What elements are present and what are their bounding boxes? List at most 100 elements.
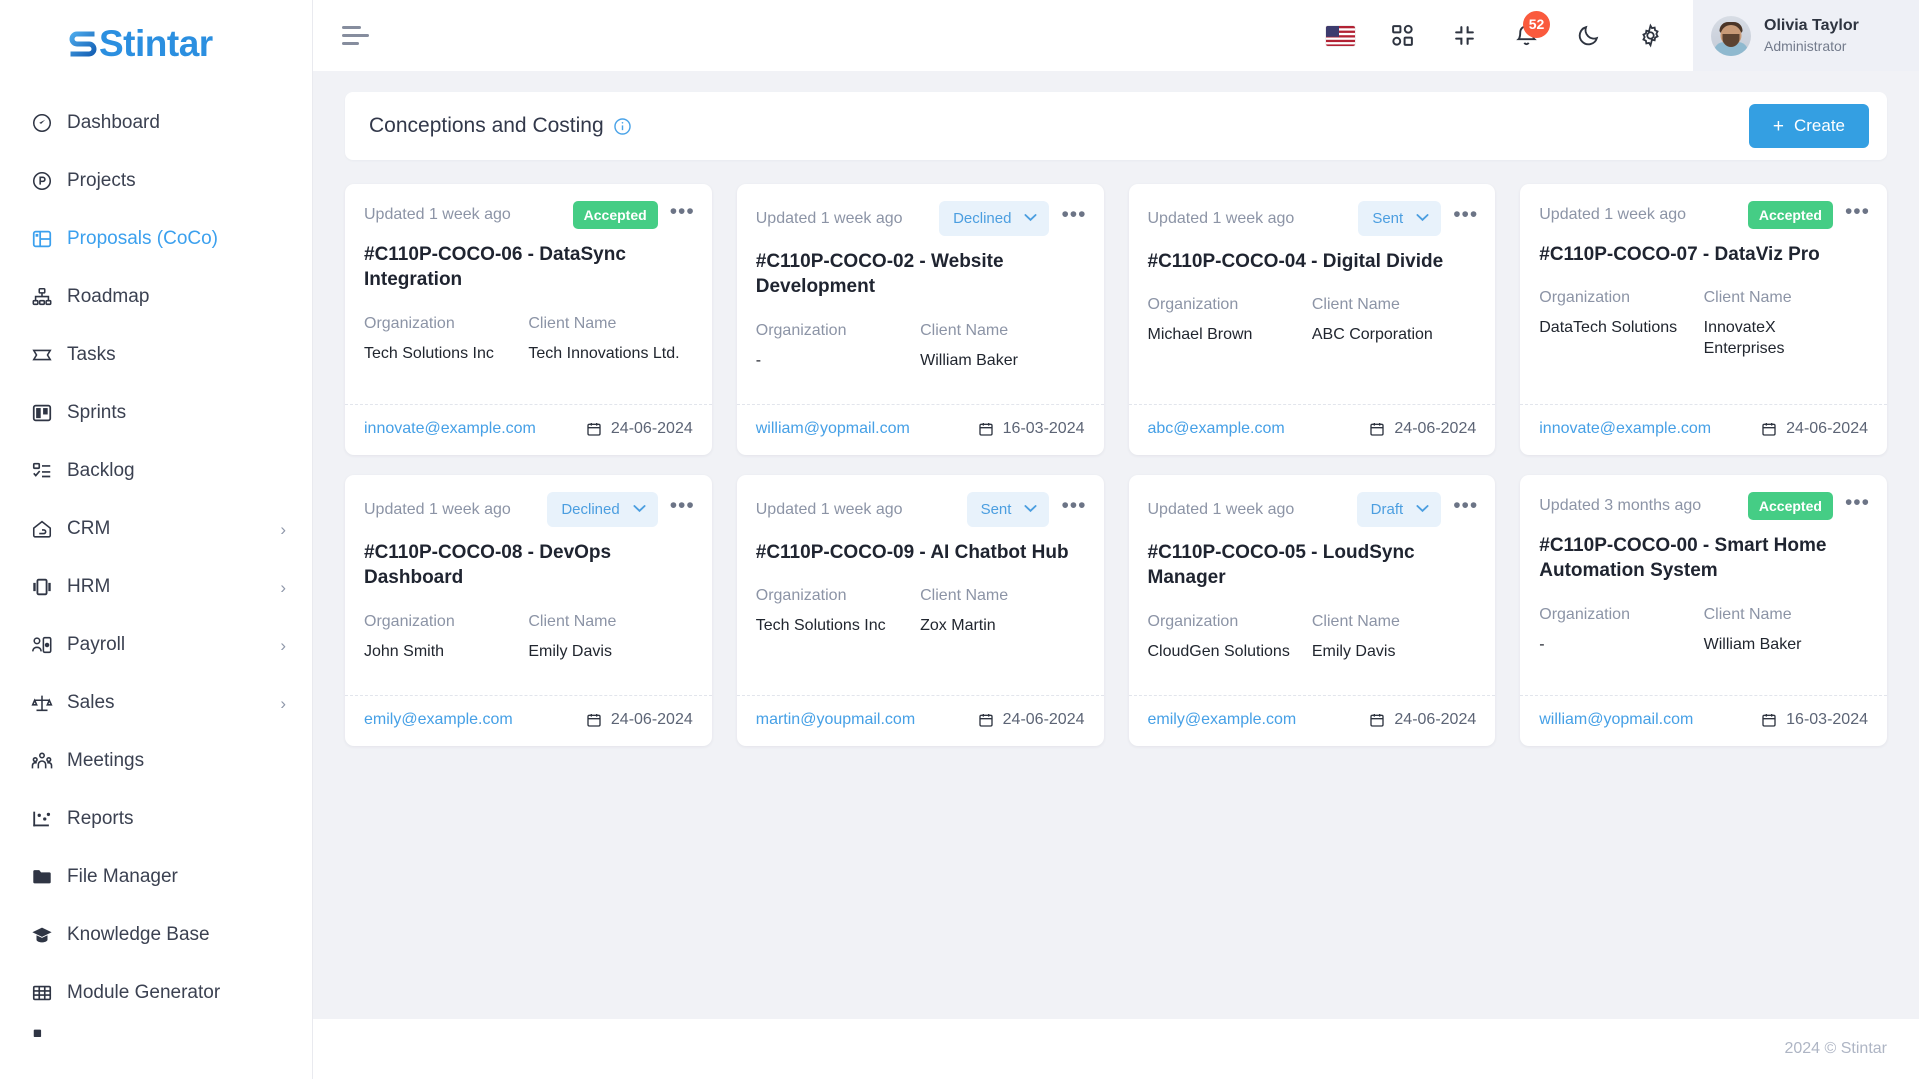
sidebar-item-reports[interactable]: Reports: [0, 790, 312, 848]
sidebar-item-label: HRM: [67, 576, 111, 597]
card-fields: Organization Michael Brown Client Name A…: [1129, 274, 1496, 390]
page-footer: 2024 © Stintar: [313, 1019, 1919, 1079]
apps-grid-icon[interactable]: [1379, 13, 1425, 59]
sidebar-item-meetings[interactable]: Meetings: [0, 732, 312, 790]
organization-field: Organization CloudGen Solutions: [1148, 613, 1312, 681]
info-circle-icon[interactable]: [613, 117, 632, 136]
proposal-card[interactable]: Updated 1 week ago Sent ••• #C110P-COCO-…: [736, 475, 1104, 746]
field-label: Client Name: [1703, 605, 1792, 623]
status-dropdown[interactable]: Declined: [939, 201, 1050, 236]
sidebar-item-module-generator[interactable]: Module Generator: [0, 964, 312, 1022]
sidebar-item-label: File Manager: [67, 866, 178, 887]
roadmap-icon: [29, 284, 55, 310]
card-email-link[interactable]: abc@example.com: [1148, 420, 1285, 438]
status-dropdown[interactable]: Draft: [1356, 492, 1442, 527]
calendar-icon: [978, 421, 994, 437]
sidebar-item-dashboard[interactable]: Dashboard: [0, 94, 312, 152]
meetings-icon: [29, 748, 55, 774]
card-more-options-icon[interactable]: •••: [1061, 495, 1086, 519]
proposal-card[interactable]: Updated 1 week ago Accepted ••• #C110P-C…: [345, 184, 712, 455]
sidebar-item-overflow[interactable]: [0, 1022, 312, 1052]
client-name-field: Client Name InnovateX Enterprises: [1704, 289, 1868, 390]
proposal-card[interactable]: Updated 1 week ago Draft ••• #C110P-COCO…: [1128, 475, 1496, 746]
field-label: Organization: [364, 314, 455, 332]
settings-gear-icon[interactable]: [1627, 13, 1673, 59]
card-date: 16-03-2024: [978, 420, 1085, 438]
card-email-link[interactable]: emily@example.com: [1148, 711, 1297, 729]
sidebar-item-label: Sprints: [67, 402, 127, 423]
card-more-options-icon[interactable]: •••: [1845, 201, 1870, 225]
sidebar-item-tasks[interactable]: Tasks: [0, 326, 312, 384]
reports-icon: [29, 806, 55, 832]
language-flag-icon[interactable]: [1317, 13, 1363, 59]
card-more-options-icon[interactable]: •••: [1453, 204, 1478, 228]
chevron-down-icon: [1024, 213, 1037, 225]
card-header: Updated 1 week ago Draft •••: [1129, 475, 1496, 527]
brand-logo[interactable]: Stintar: [0, 0, 312, 88]
calendar-icon: [1761, 712, 1777, 728]
sidebar-item-projects[interactable]: Projects: [0, 152, 312, 210]
sidebar-item-crm[interactable]: CRM ›: [0, 500, 312, 558]
status-badge: Accepted: [572, 201, 658, 229]
sidebar-item-knowledge-base[interactable]: Knowledge Base: [0, 906, 312, 964]
proposal-card[interactable]: Updated 1 week ago Accepted ••• #C110P-C…: [1520, 184, 1887, 455]
card-date-value: 24-06-2024: [1786, 420, 1868, 437]
client-name-field: Client Name ABC Corporation: [1312, 296, 1476, 390]
card-email-link[interactable]: innovate@example.com: [364, 420, 536, 438]
chevron-down-icon: [1416, 213, 1429, 225]
card-updated: Updated 1 week ago: [1539, 206, 1687, 223]
card-title: #C110P-COCO-05 - LoudSync Manager: [1147, 542, 1415, 589]
card-footer: emily@example.com 24-06-2024: [345, 695, 712, 746]
card-more-options-icon[interactable]: •••: [1845, 492, 1870, 516]
sidebar-item-payroll[interactable]: Payroll ›: [0, 616, 312, 674]
card-title: #C110P-COCO-09 - AI Chatbot Hub: [755, 542, 1069, 563]
proposal-card[interactable]: Updated 3 months ago Accepted ••• #C110P…: [1520, 475, 1887, 746]
sidebar-item-file-manager[interactable]: File Manager: [0, 848, 312, 906]
create-button[interactable]: + Create: [1748, 104, 1869, 148]
crm-icon: [29, 516, 55, 542]
card-more-options-icon[interactable]: •••: [1453, 495, 1478, 519]
chevron-down-icon: [1024, 504, 1037, 516]
organization-value: -: [755, 351, 762, 369]
card-header: Updated 3 months ago Accepted •••: [1520, 475, 1887, 520]
client-name-value: Tech Innovations Ltd.: [528, 344, 680, 362]
sidebar-item-sales[interactable]: Sales ›: [0, 674, 312, 732]
status-dropdown-value: Declined: [561, 501, 620, 518]
card-email-link[interactable]: william@yopmail.com: [756, 420, 910, 438]
status-dropdown[interactable]: Sent: [1358, 201, 1442, 236]
card-email-link[interactable]: emily@example.com: [364, 711, 513, 729]
card-date-value: 16-03-2024: [1002, 420, 1085, 437]
status-dropdown[interactable]: Declined: [547, 492, 658, 527]
sidebar-item-hrm[interactable]: HRM ›: [0, 558, 312, 616]
card-date: 24-06-2024: [978, 711, 1085, 729]
proposal-card[interactable]: Updated 1 week ago Declined ••• #C110P-C…: [736, 184, 1104, 455]
notification-bell-icon[interactable]: 52: [1503, 10, 1550, 59]
card-more-options-icon[interactable]: •••: [1061, 204, 1086, 228]
status-badge: Accepted: [1747, 492, 1833, 520]
hamburger-icon[interactable]: [342, 19, 376, 53]
sidebar-item-label: Backlog: [67, 460, 135, 481]
sidebar-item-roadmap[interactable]: Roadmap: [0, 268, 312, 326]
client-name-field: Client Name Zox Martin: [920, 587, 1084, 681]
dark-mode-moon-icon[interactable]: [1565, 13, 1611, 59]
calendar-icon: [1369, 421, 1385, 437]
card-email-link[interactable]: william@yopmail.com: [1539, 711, 1693, 729]
backlog-icon: [29, 458, 55, 484]
card-more-options-icon[interactable]: •••: [670, 201, 695, 225]
card-email-link[interactable]: martin@youpmail.com: [756, 711, 915, 729]
sprints-icon: [29, 400, 55, 426]
field-label: Client Name: [920, 587, 1009, 605]
card-email-link[interactable]: innovate@example.com: [1539, 420, 1711, 438]
proposal-card[interactable]: Updated 1 week ago Declined ••• #C110P-C…: [345, 475, 712, 746]
card-more-options-icon[interactable]: •••: [670, 495, 695, 519]
proposal-card[interactable]: Updated 1 week ago Sent ••• #C110P-COCO-…: [1128, 184, 1496, 455]
field-label: Client Name: [1311, 612, 1400, 630]
sidebar-item-sprints[interactable]: Sprints: [0, 384, 312, 442]
fullscreen-collapse-icon[interactable]: [1441, 13, 1487, 59]
user-profile-menu[interactable]: Olivia Taylor Administrator: [1693, 0, 1919, 71]
status-dropdown[interactable]: Sent: [966, 492, 1050, 527]
sidebar-item-backlog[interactable]: Backlog: [0, 442, 312, 500]
sidebar-item-proposals[interactable]: Proposals (CoCo): [0, 210, 312, 268]
card-updated: Updated 3 months ago: [1539, 497, 1702, 514]
user-name: Olivia Taylor: [1764, 17, 1859, 35]
